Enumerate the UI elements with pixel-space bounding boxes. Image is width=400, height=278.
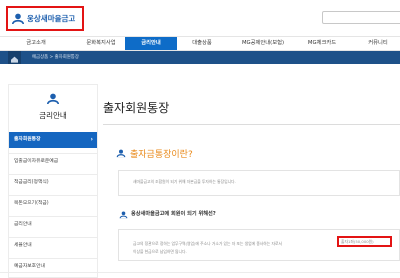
- breadcrumb-text: 예금상품 > 출자회원통장: [32, 55, 79, 60]
- sidebar-item-tax[interactable]: 세율안내: [9, 237, 97, 253]
- section-box: 새마을금고의 조합원이 되기 위해 자본금을 투자하는 통장입니다.: [118, 170, 400, 196]
- divider: [0, 272, 400, 273]
- nav-item-about[interactable]: 금고소개: [18, 37, 54, 50]
- main-nav: 금고소개 문화복지사업 금리안내 대출상품 MG공제안내(보험) MG체크카드 …: [0, 36, 400, 51]
- nav-item-loans[interactable]: 대출상품: [181, 37, 223, 50]
- logo-text: 웅상새마을금고: [27, 14, 76, 23]
- logo-link[interactable]: 웅상새마을금고: [6, 6, 84, 31]
- section-text: 새마을금고의 조합원이 되기 위해 자본금을 투자하는 통장입니다.: [133, 179, 236, 184]
- page-title: 출자회원통장: [103, 101, 170, 115]
- highlighted-text: 출자1좌(50,000원): [337, 236, 392, 247]
- sidebar-item-lump-sum[interactable]: 목돈모으기(적금): [9, 195, 97, 211]
- section-box: 금고의 정관으로 정하는 업무구역(영업)에 주소나 거소가 있는 자 또는 생…: [118, 229, 400, 261]
- chevron-right-icon: ›: [90, 136, 93, 143]
- sidebar-title: 금리안내: [39, 111, 67, 120]
- section-heading: 웅상새마을금고에 회원이 되기 위해선?: [131, 211, 216, 217]
- nav-item-culture[interactable]: 문화복지사업: [72, 37, 130, 50]
- search-input[interactable]: [322, 11, 400, 24]
- mg-logo-icon: [47, 93, 59, 104]
- nav-item-insurance[interactable]: MG공제안내(보험): [233, 37, 293, 50]
- home-icon: [11, 56, 18, 63]
- mg-logo-icon: [116, 149, 126, 158]
- sidebar-item-label: 출자회원통장: [14, 137, 41, 142]
- nav-item-rates[interactable]: 금리안내: [125, 37, 177, 50]
- sidebar-item-savings-rate[interactable]: 적금금리(정액식): [9, 174, 97, 190]
- nav-item-checkcard[interactable]: MG체크카드: [298, 37, 346, 50]
- section-text: 금고의 정관으로 정하는 업무구역(영업)에 주소나 거소가 있는 자 또는 생…: [133, 241, 282, 246]
- sidebar-item-rates[interactable]: 금리안내: [9, 216, 97, 232]
- home-button[interactable]: [8, 51, 21, 64]
- title-divider: [103, 124, 400, 125]
- sidebar-header: 금리안내: [9, 85, 97, 131]
- sidebar: 금리안내 출자회원통장 › 입출금이자유로운예금 적금금리(정액식) 목돈모으기…: [8, 84, 98, 278]
- breadcrumb: 예금상품 > 출자회원통장: [0, 51, 400, 64]
- sidebar-item-member-account[interactable]: 출자회원통장 ›: [9, 132, 97, 148]
- section-heading: 출자금통장이란?: [130, 150, 193, 160]
- mg-logo-icon: [119, 211, 128, 219]
- section-text: 이상을 현금으로 납입하면 됩니다.: [133, 249, 187, 254]
- nav-item-community[interactable]: 커뮤니티: [356, 37, 400, 50]
- sidebar-item-demand-deposit[interactable]: 입출금이자유로운예금: [9, 153, 97, 169]
- mg-logo-icon: [12, 13, 24, 24]
